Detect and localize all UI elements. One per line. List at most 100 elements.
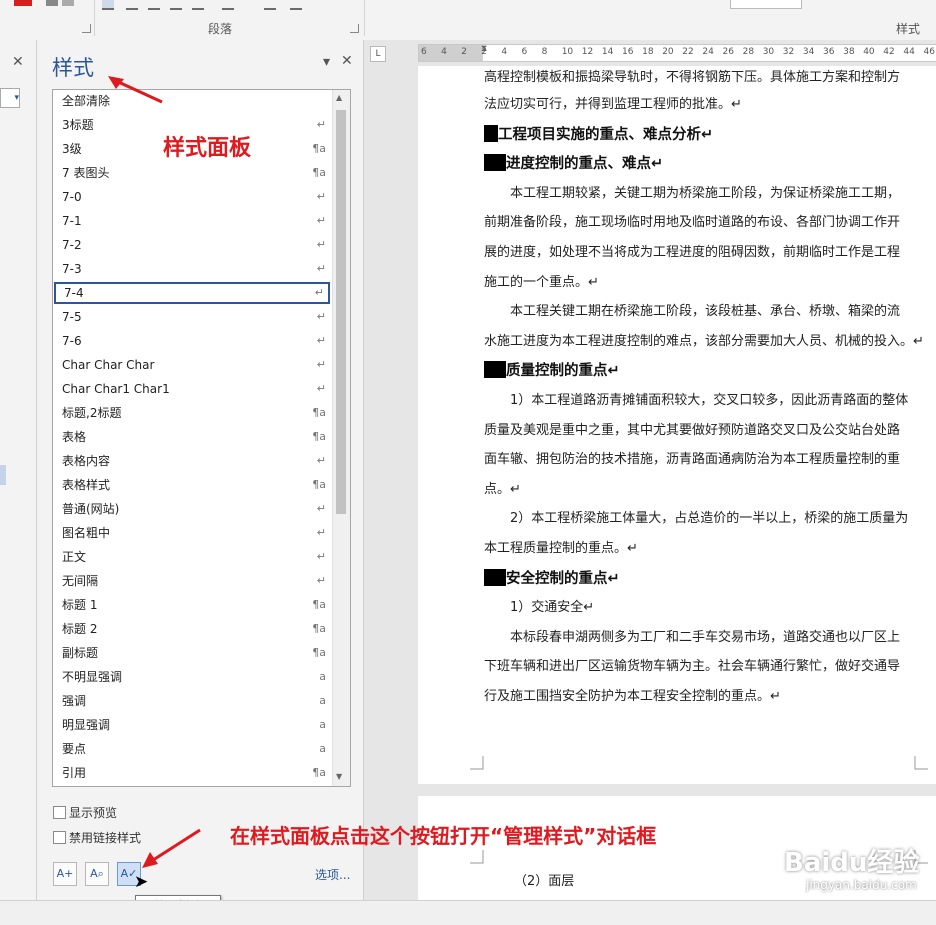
style-list-item[interactable]: 表格样式 ¶a bbox=[54, 474, 330, 496]
sort-icon[interactable] bbox=[264, 0, 276, 10]
style-list-item[interactable]: Char Char1 Char1 ↵ bbox=[54, 378, 330, 400]
style-list-item[interactable]: 7-3 ↵ bbox=[54, 258, 330, 280]
close-icon[interactable]: ✕ bbox=[12, 54, 24, 70]
ruler-tick: 34 bbox=[802, 47, 815, 57]
ruler-tick: 36 bbox=[823, 47, 835, 57]
style-list-item[interactable]: 副标题 ¶a bbox=[54, 642, 330, 664]
style-list-item[interactable]: 7-0 ↵ bbox=[54, 186, 330, 208]
disable-linked-styles-checkbox[interactable] bbox=[53, 831, 66, 844]
align-right-icon[interactable] bbox=[148, 0, 160, 10]
arrow-to-button-icon bbox=[142, 828, 201, 868]
style-name: 7 表图头 bbox=[62, 166, 110, 180]
style-type-icon: ↵ bbox=[316, 358, 326, 371]
style-list-item[interactable]: 7-2 ↵ bbox=[54, 234, 330, 256]
style-list-item[interactable]: 标题,2标题 ¶a bbox=[54, 402, 330, 424]
style-list-item[interactable]: 7-1 ↵ bbox=[54, 210, 330, 232]
align-center-icon[interactable] bbox=[126, 0, 138, 10]
style-list-item[interactable]: 正文 ↵ bbox=[54, 546, 330, 568]
style-list-item[interactable]: 标题 1 ¶a bbox=[54, 594, 330, 616]
doc-line: 展的进度，如处理不当将成为工程进度的阻碍因数，前期临时工作是工程 bbox=[484, 245, 901, 260]
border-icon[interactable] bbox=[62, 0, 74, 6]
style-type-icon: ↵ bbox=[316, 334, 326, 347]
ruler-tick: 6 bbox=[421, 47, 427, 57]
style-list-scrollbar[interactable]: ▲ ▼ bbox=[332, 90, 350, 786]
ruler-tick: 2 bbox=[481, 47, 488, 57]
document-page[interactable]: 高程控制模板和振捣梁导轨时，不得将钢筋下压。具体施工方案和控制方 法应切实可行，并… bbox=[418, 66, 936, 784]
doc-line: 点。↵ bbox=[484, 481, 521, 497]
style-list-item[interactable]: 标题 2 ¶a bbox=[54, 618, 330, 640]
ruler-tick: 8 bbox=[541, 47, 548, 57]
style-type-icon: ¶a bbox=[312, 166, 326, 179]
style-list-item[interactable]: 强调 a bbox=[54, 690, 330, 712]
style-type-icon: ¶a bbox=[312, 646, 326, 659]
doc-line: 本标段春申湖两侧多为工厂和二手车交易市场，道路交通也以厂区上 bbox=[510, 629, 901, 645]
ruler-tick: 2 bbox=[461, 47, 467, 57]
page2-heading: （2）面层 bbox=[514, 874, 575, 889]
ruler-tick: 12 bbox=[581, 47, 594, 57]
button-annotation: 在样式面板点击这个按钮打开“管理样式”对话框 bbox=[230, 824, 657, 848]
doc-heading: 进度控制的重点、难点↵ bbox=[484, 152, 663, 173]
style-list-item[interactable]: Char Char Char ↵ bbox=[54, 354, 330, 376]
style-list-item[interactable]: 要点 a bbox=[54, 738, 330, 760]
scroll-up-icon[interactable]: ▲ bbox=[336, 93, 342, 102]
style-type-icon: ↵ bbox=[316, 214, 326, 227]
pane-close-icon[interactable]: ✕ bbox=[341, 53, 353, 69]
horizontal-ruler[interactable]: ⧗ 6 4 2 2 4 6 8 10 12 14 16 18 20 22 24 26 28 30 32 34 36 38 4… bbox=[418, 44, 936, 62]
style-name: 3标题 bbox=[62, 118, 94, 132]
ruler-tick: 4 bbox=[501, 47, 508, 57]
style-name: 全部清除 bbox=[62, 94, 111, 108]
style-list-item[interactable]: 7 表图头 ¶a bbox=[54, 162, 330, 184]
style-list-item[interactable]: 明显强调 a bbox=[54, 714, 330, 736]
style-list-item[interactable]: 无间隔 ↵ bbox=[54, 570, 330, 592]
nav-search-dropdown[interactable]: ▾ bbox=[0, 88, 20, 108]
line-spacing-icon[interactable] bbox=[222, 0, 234, 10]
style-type-icon: ↵ bbox=[316, 574, 326, 587]
style-list-item[interactable]: 普通(网站) ↵ bbox=[54, 498, 330, 520]
style-inspector-button[interactable]: A⌕ bbox=[85, 862, 109, 886]
style-name: 标题 1 bbox=[62, 598, 98, 612]
font-color-icon[interactable] bbox=[14, 0, 32, 6]
font-launcher-icon[interactable] bbox=[82, 24, 91, 33]
style-list-item[interactable]: 全部清除 bbox=[54, 90, 330, 112]
align-left-icon[interactable] bbox=[102, 0, 114, 10]
style-name: 7-5 bbox=[62, 310, 82, 324]
new-style-button[interactable]: A+ bbox=[53, 862, 77, 886]
style-list-item[interactable]: 7-4 ↵ bbox=[54, 282, 330, 304]
style-list-item[interactable]: 图名粗中 ↵ bbox=[54, 522, 330, 544]
show-preview-checkbox[interactable] bbox=[53, 806, 66, 819]
scroll-thumb[interactable] bbox=[336, 110, 346, 514]
style-list-item[interactable]: 表格内容 ↵ bbox=[54, 450, 330, 472]
style-list-item[interactable]: 7-6 ↵ bbox=[54, 330, 330, 352]
style-list-item[interactable]: 表格 ¶a bbox=[54, 426, 330, 448]
paragraph-launcher-icon[interactable] bbox=[350, 24, 359, 33]
style-gallery[interactable] bbox=[730, 0, 802, 9]
show-preview-label: 显示预览 bbox=[69, 806, 118, 820]
crop-mark-bottom-left bbox=[470, 756, 484, 770]
heading-number-block bbox=[484, 154, 506, 172]
ruler-tick: 32 bbox=[782, 47, 795, 57]
justify-icon[interactable] bbox=[170, 0, 182, 10]
style-name: 表格 bbox=[62, 430, 87, 444]
doc-line: 质量及美观是重中之重，其中尤其要做好预防道路交叉口及公交站台处路 bbox=[484, 422, 901, 438]
styles-pane: 样式 ▾ ✕ 全部清除 3标题 ↵ 3级 ¶a 7 表图头 ¶a 7-0 ↵ 7-1 ↵ 7-2 ↵ 7-… bbox=[37, 40, 364, 917]
options-link[interactable]: 选项... bbox=[315, 866, 350, 883]
show-marks-icon[interactable] bbox=[290, 0, 302, 10]
distributed-icon[interactable] bbox=[192, 0, 204, 10]
tab-selector[interactable]: L bbox=[370, 46, 386, 62]
style-name: Char Char Char bbox=[62, 358, 155, 372]
style-list-item[interactable]: 不明显强调 a bbox=[54, 666, 330, 688]
pane-dropdown-icon[interactable]: ▾ bbox=[323, 54, 330, 70]
style-name: 7-1 bbox=[62, 214, 82, 228]
shading-icon[interactable] bbox=[46, 0, 58, 6]
ruler-tick: 28 bbox=[742, 47, 755, 57]
doc-line: 前期准备阶段，施工现场临时用地及临时道路的布设、各部门协调工作开 bbox=[484, 215, 901, 231]
style-type-icon: a bbox=[319, 670, 326, 683]
style-list-item[interactable]: 引用 ¶a bbox=[54, 762, 330, 784]
style-name: 7-3 bbox=[62, 262, 82, 276]
status-bar bbox=[0, 900, 936, 925]
style-type-icon: ↵ bbox=[316, 382, 326, 395]
style-name: 副标题 bbox=[62, 646, 99, 660]
scroll-down-icon[interactable]: ▼ bbox=[336, 772, 342, 781]
style-list-item[interactable]: 7-5 ↵ bbox=[54, 306, 330, 328]
style-type-icon: ↵ bbox=[316, 502, 326, 515]
